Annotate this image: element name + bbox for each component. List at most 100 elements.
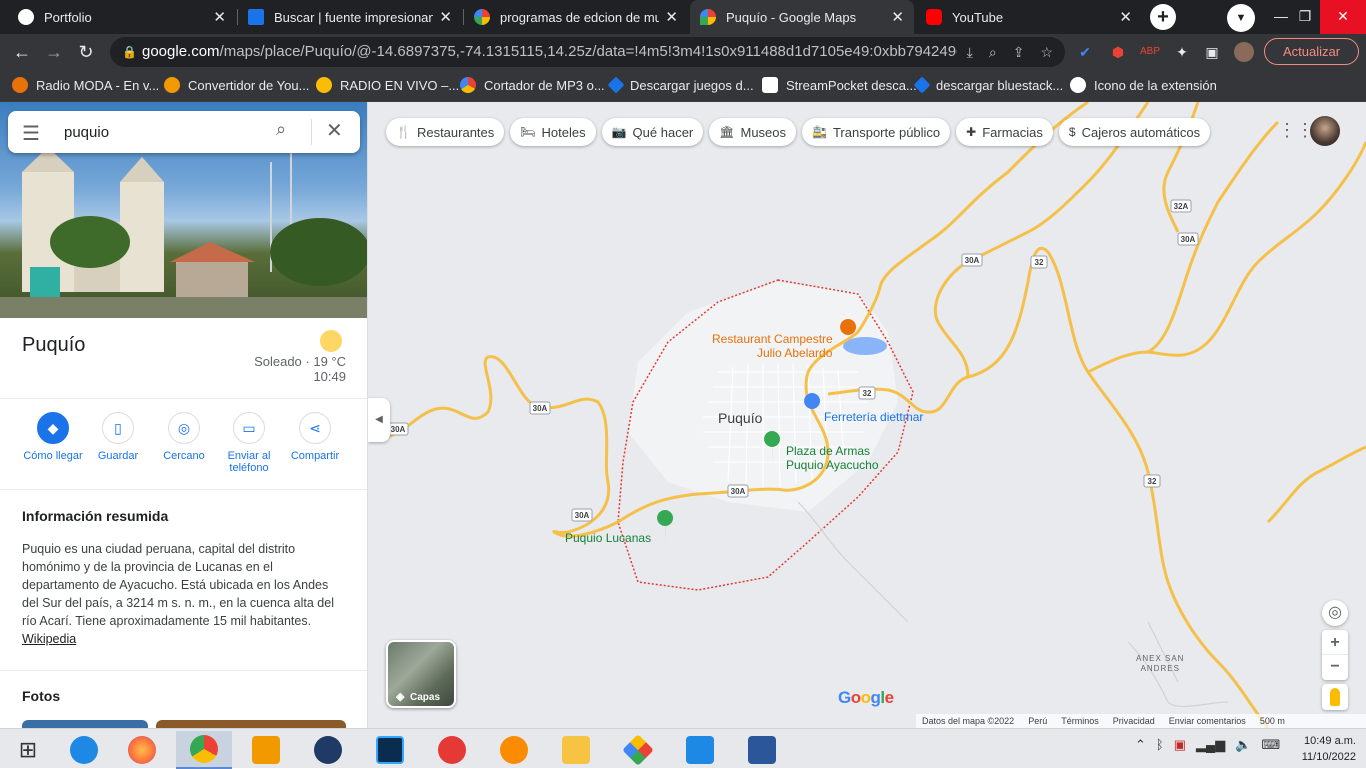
country-link[interactable]: Perú — [1028, 714, 1047, 728]
share-button[interactable]: ⋖ Compartir — [282, 412, 348, 462]
bookmark-descargar-juegos[interactable]: Descargar juegos d... — [607, 70, 754, 100]
clear-search-icon[interactable]: ✕ — [326, 118, 343, 143]
nearby-button[interactable]: ◎ Cercano — [151, 412, 217, 462]
adblock-extension-icon[interactable]: ⬢ — [1108, 42, 1128, 62]
collapse-panel-button[interactable]: ◀ — [368, 398, 390, 442]
close-tab-icon[interactable]: ✕ — [891, 8, 904, 26]
extensions-puzzle-icon[interactable]: ✦ — [1172, 42, 1192, 62]
search-box[interactable]: ☰ ⌕ ✕ — [8, 111, 360, 153]
chip-hotels[interactable]: 🛏 Hoteles — [510, 118, 596, 146]
hardware-store-label[interactable]: Ferretería diettmar — [824, 410, 923, 424]
network-error-icon[interactable]: ▣ — [1174, 737, 1186, 753]
plaza-label[interactable]: Plaza de Armas Puquio Ayacucho — [786, 444, 879, 472]
close-tab-icon[interactable]: ✕ — [665, 8, 678, 26]
tab-programas[interactable]: programas de edcion de musica ✕ — [464, 0, 688, 34]
new-tab-button[interactable]: + — [1150, 4, 1176, 30]
back-button[interactable]: ← — [10, 40, 34, 64]
taskbar-audio-app[interactable] — [300, 731, 356, 769]
abp-extension-icon[interactable]: ABP — [1140, 42, 1160, 62]
taskbar-media-app[interactable] — [424, 731, 480, 769]
bookmark-streampocket[interactable]: StreamPocket desca... — [762, 70, 917, 100]
taskbar-firefox[interactable] — [114, 731, 170, 769]
side-panel-icon[interactable]: ▣ — [1202, 42, 1222, 62]
summary-title: Información resumida — [22, 508, 169, 524]
map-canvas[interactable]: 32A 30A 30A 30A 32 32 30A 32 30A 30A Res… — [368, 102, 1366, 728]
wifi-signal-icon[interactable]: ▂▄▆ — [1196, 737, 1225, 753]
feedback-link[interactable]: Enviar comentarios — [1169, 714, 1246, 728]
privacy-link[interactable]: Privacidad — [1113, 714, 1155, 728]
chip-museums[interactable]: 🏛 Museos — [709, 118, 797, 146]
check-extension-icon[interactable]: ✔ — [1075, 42, 1095, 62]
bluetooth-icon[interactable]: ᛒ — [1156, 737, 1164, 753]
show-hidden-icons[interactable]: ⌃ — [1135, 737, 1146, 753]
wikipedia-link[interactable]: Wikipedia — [22, 632, 76, 646]
lucanas-label[interactable]: Puquio Lucanas — [565, 531, 651, 545]
directions-button[interactable]: ◆ Cómo llegar — [20, 412, 86, 462]
lock-icon[interactable]: 🔒 — [122, 37, 137, 67]
tab-portfolio[interactable]: Portfolio ✕ — [8, 0, 236, 34]
my-location-button[interactable]: ◎ — [1322, 600, 1348, 626]
taskbar-fl-studio[interactable] — [238, 731, 294, 769]
photo-thumbnail[interactable] — [22, 720, 148, 728]
road-shield-label: 32A — [1174, 202, 1189, 211]
zoom-in-button[interactable]: + — [1322, 630, 1348, 655]
place-photo[interactable]: ☰ ⌕ ✕ — [0, 102, 367, 318]
layers-button[interactable]: ◈ Capas — [386, 640, 456, 708]
road-shield-label: 32 — [1148, 477, 1157, 486]
chip-pharmacies[interactable]: ✚ Farmacias — [956, 118, 1053, 146]
volume-icon[interactable]: 🔈 — [1235, 737, 1251, 753]
place-title: Puquío — [22, 334, 86, 356]
bookmark-convertidor[interactable]: Convertidor de You... — [164, 70, 309, 100]
close-window-button[interactable]: ✕ — [1320, 0, 1366, 34]
reload-button[interactable]: ↻ — [74, 40, 98, 64]
tab-google-maps[interactable]: Puquío - Google Maps ✕ — [690, 0, 914, 34]
bookmark-bluestacks[interactable]: descargar bluestack... — [913, 70, 1063, 100]
tab-buscar[interactable]: Buscar | fuente impresionante ✕ — [238, 0, 462, 34]
bookmark-radio-en-vivo[interactable]: RADIO EN VIVO –... — [316, 70, 459, 100]
profile-avatar-icon[interactable] — [1234, 42, 1254, 62]
street-view-pegman[interactable] — [1322, 684, 1348, 710]
taskbar-app-diamond[interactable] — [610, 731, 666, 769]
taskbar-vscode[interactable] — [672, 731, 728, 769]
share-page-icon[interactable]: ⇪ — [1013, 37, 1025, 67]
tab-search-button[interactable]: ▼ — [1227, 4, 1255, 32]
system-clock[interactable]: 10:49 a.m. 11/10/2022 — [1278, 733, 1356, 765]
bookmark-radio-moda[interactable]: Radio MODA - En v... — [12, 70, 159, 100]
bookmark-icono-extension[interactable]: Icono de la extensión — [1070, 70, 1217, 100]
update-button[interactable]: Actualizar — [1264, 38, 1359, 65]
forward-button[interactable]: → — [42, 40, 66, 64]
start-button[interactable]: ⊞ — [0, 731, 56, 769]
address-bar[interactable]: 🔒 google.com/maps/place/Puquío/@-14.6897… — [110, 37, 1065, 67]
photo-thumbnail[interactable] — [156, 720, 346, 728]
send-to-phone-button[interactable]: ▭ Enviar al teléfono — [216, 412, 282, 474]
taskbar-file-explorer[interactable] — [548, 731, 604, 769]
hamburger-menu-icon[interactable]: ☰ — [22, 121, 40, 146]
chip-things-to-do[interactable]: 📷 Qué hacer — [601, 118, 704, 146]
restaurant-label[interactable]: Restaurant Campestre Julio Abelardo — [712, 332, 833, 360]
search-icon[interactable]: ⌕ — [276, 119, 286, 140]
location-icon: ◎ — [1328, 604, 1342, 621]
taskbar-chrome[interactable] — [176, 731, 232, 769]
zoom-out-button[interactable]: − — [1322, 655, 1348, 680]
taskbar-video-app[interactable] — [486, 731, 542, 769]
taskbar-word[interactable] — [734, 731, 790, 769]
close-tab-icon[interactable]: ✕ — [439, 8, 452, 26]
chip-atms[interactable]: $ Cajeros automáticos — [1058, 118, 1211, 146]
chip-transit[interactable]: 🚉 Transporte público — [802, 118, 951, 146]
chip-restaurants[interactable]: 🍴 Restaurantes — [386, 118, 505, 146]
scale-bar[interactable]: 500 m — [1260, 714, 1285, 728]
phone-icon: ▭ — [233, 412, 265, 444]
taskbar-ie[interactable] — [56, 731, 112, 769]
bookmark-cortador-mp3[interactable]: Cortador de MP3 o... — [460, 70, 605, 100]
close-tab-icon[interactable]: ✕ — [213, 8, 226, 26]
bookmark-star-icon[interactable]: ☆ — [1040, 37, 1053, 67]
search-input[interactable] — [64, 120, 264, 144]
taskbar-photoshop[interactable] — [362, 731, 418, 769]
zoom-icon[interactable]: ⌕ — [989, 37, 997, 67]
install-icon[interactable]: ⤓ — [967, 37, 973, 67]
close-tab-icon[interactable]: ✕ — [1119, 8, 1132, 26]
account-avatar[interactable] — [1310, 116, 1340, 146]
save-button[interactable]: ▯ Guardar — [85, 412, 151, 462]
tab-youtube[interactable]: YouTube ✕ — [916, 0, 1142, 34]
terms-link[interactable]: Términos — [1061, 714, 1099, 728]
